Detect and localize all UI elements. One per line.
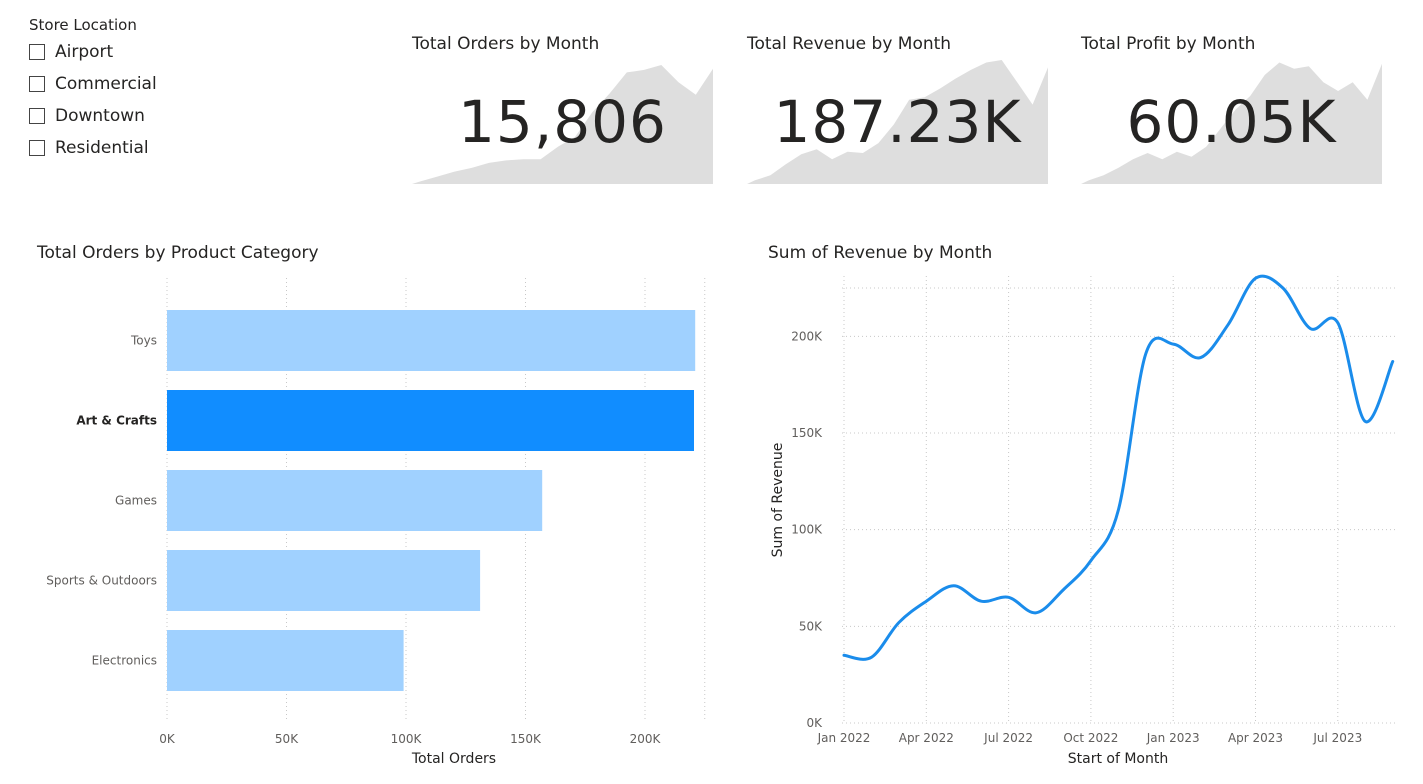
category-label: Art & Crafts (76, 414, 157, 428)
kpi-value: 15,806 (458, 88, 667, 156)
x-tick-label: Jan 2022 (817, 731, 871, 745)
bar (167, 470, 543, 531)
slicer-item-label: Downtown (55, 106, 145, 126)
line-chart-title: Sum of Revenue by Month (768, 243, 993, 263)
store-location-slicer: Store Location Airport Commercial Downto… (29, 14, 289, 164)
y-axis-title: Sum of Revenue (770, 443, 786, 558)
kpi-value: 60.05K (1126, 88, 1337, 156)
bar-chart: 0K 50K 100K 150K 200K Toys Art & Crafts Games Sp… (46, 278, 706, 767)
x-tick-label: Apr 2023 (1228, 731, 1283, 745)
x-axis-title: Total Orders (411, 751, 496, 767)
bar-chart-title: Total Orders by Product Category (37, 243, 319, 263)
x-tick-label: 50K (275, 732, 299, 746)
slicer-item-downtown[interactable]: Downtown (29, 100, 289, 132)
bar (167, 630, 404, 691)
x-tick-label: 0K (159, 732, 176, 746)
category-label: Games (115, 494, 157, 508)
kpi-card-total-profit[interactable]: Total Profit by Month 60.05K (1081, 30, 1382, 186)
kpi-value: 187.23K (773, 88, 1022, 156)
bar (167, 550, 481, 611)
slicer-title: Store Location (29, 16, 137, 34)
slicer-item-label: Airport (55, 42, 114, 62)
y-tick-label: 200K (791, 329, 823, 343)
x-tick-label: Apr 2022 (899, 731, 954, 745)
x-tick-label: Jan 2023 (1146, 731, 1200, 745)
y-tick-label: 150K (791, 426, 823, 440)
category-label: Electronics (92, 654, 157, 668)
category-label: Toys (130, 334, 157, 348)
x-tick-label: Oct 2022 (1063, 731, 1118, 745)
slicer-item-residential[interactable]: Residential (29, 132, 289, 164)
kpi-title: Total Revenue by Month (747, 34, 952, 54)
checkbox[interactable] (29, 140, 45, 156)
slicer-item-airport[interactable]: Airport (29, 36, 289, 68)
bar (167, 310, 696, 371)
x-tick-label: 150K (510, 732, 542, 746)
x-tick-label: Jul 2022 (983, 731, 1033, 745)
category-label: Sports & Outdoors (46, 574, 157, 588)
kpi-card-total-revenue[interactable]: Total Revenue by Month 187.23K (747, 30, 1048, 186)
bar (167, 390, 694, 451)
revenue-line (842, 274, 1395, 661)
checkbox[interactable] (29, 108, 45, 124)
checkbox[interactable] (29, 76, 45, 92)
y-tick-label: 50K (799, 619, 823, 633)
x-tick-label: Jul 2023 (1312, 731, 1362, 745)
checkbox[interactable] (29, 44, 45, 60)
slicer-item-label: Residential (55, 138, 149, 158)
kpi-title: Total Orders by Month (412, 34, 600, 54)
y-tick-label: 100K (791, 523, 823, 537)
kpi-title: Total Profit by Month (1081, 34, 1256, 54)
x-tick-label: 200K (630, 732, 662, 746)
kpi-card-total-orders[interactable]: Total Orders by Month 15,806 (412, 30, 713, 186)
slicer-item-label: Commercial (55, 74, 157, 94)
slicer-item-commercial[interactable]: Commercial (29, 68, 289, 100)
line-chart: 0K 50K 100K 150K 200K Jan 2022 Apr 2022 Jul 202… (770, 274, 1395, 767)
x-tick-label: 100K (391, 732, 423, 746)
x-axis-title: Start of Month (1068, 751, 1168, 767)
y-tick-label: 0K (806, 716, 823, 730)
